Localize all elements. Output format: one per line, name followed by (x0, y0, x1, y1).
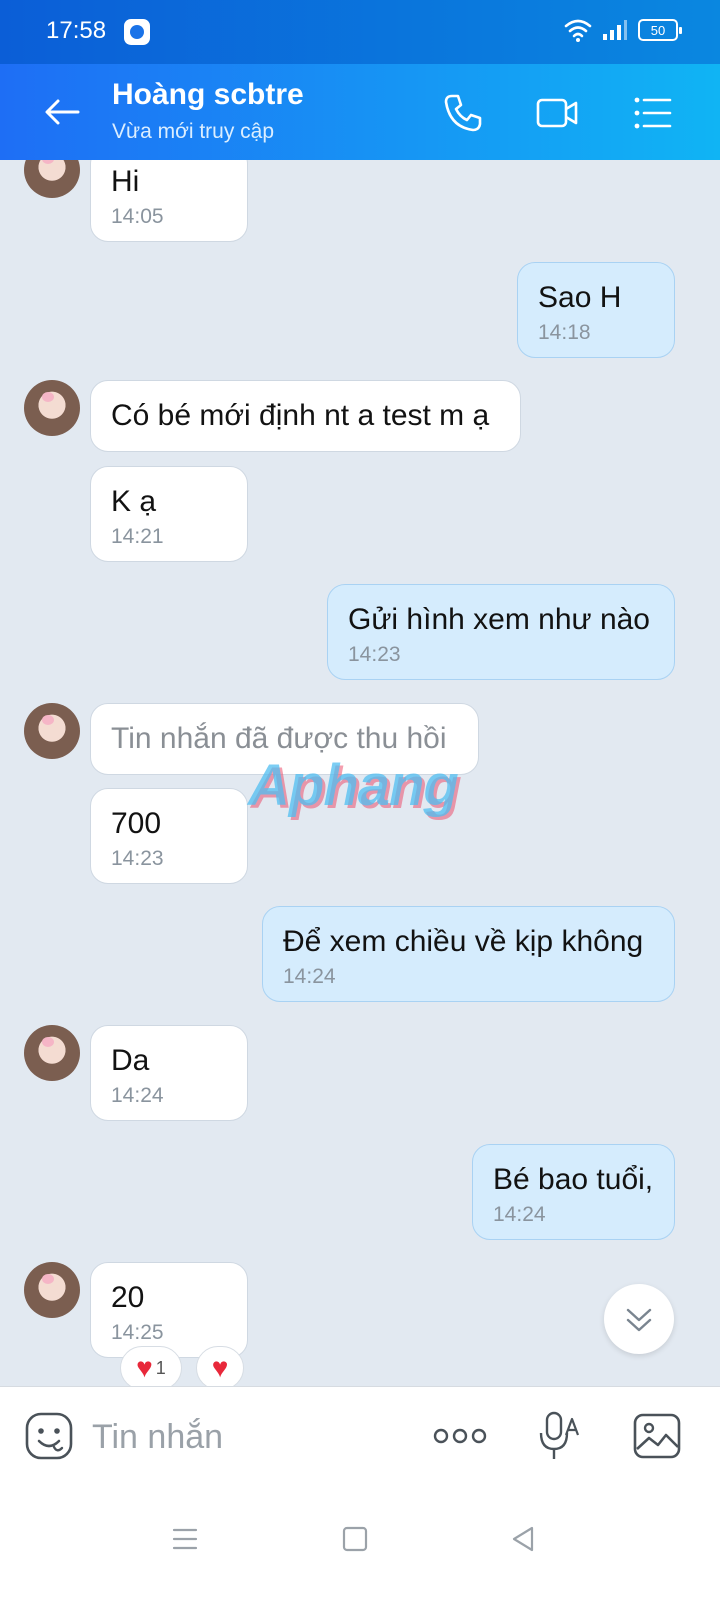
sticker-smiley-icon[interactable] (24, 1411, 74, 1461)
back-triangle-icon[interactable] (508, 1524, 538, 1554)
home-icon[interactable] (340, 1524, 370, 1554)
battery-indicator: 50 (638, 19, 682, 41)
battery-level: 50 (650, 22, 666, 38)
react-button[interactable]: ♥ (196, 1346, 244, 1390)
message-time: 14:05 (111, 205, 164, 228)
outgoing-message[interactable]: Bé bao tuổi, 14:24 (472, 1144, 675, 1240)
contact-name[interactable]: Hoàng scbtre (112, 78, 304, 112)
heart-icon: ♥ (211, 1352, 229, 1383)
outgoing-message[interactable]: Sao H 14:18 (517, 262, 675, 358)
message-input[interactable] (92, 1417, 392, 1457)
status-bar: 17:58 50 (0, 0, 720, 64)
incoming-message[interactable]: Da 14:24 (90, 1025, 248, 1121)
incoming-message[interactable]: 700 14:23 (90, 788, 248, 884)
incoming-message[interactable]: Hi 14:05 (90, 160, 248, 242)
back-arrow-icon[interactable] (40, 90, 84, 134)
composer-bar (0, 1386, 720, 1486)
message-text: Sao H (538, 281, 622, 314)
message-text: 20 (111, 1281, 145, 1314)
message-text: Da (111, 1044, 150, 1077)
contact-avatar[interactable] (24, 380, 80, 436)
contact-status: Vừa mới truy cập (112, 120, 275, 143)
app-notification-icon (124, 19, 150, 45)
contact-avatar[interactable] (24, 1262, 80, 1318)
message-text: K ạ (111, 485, 157, 518)
wifi-icon (564, 19, 592, 42)
reaction-summary[interactable]: ♥ 1 (120, 1346, 182, 1390)
contact-avatar[interactable] (24, 160, 80, 198)
system-nav-bar (0, 1486, 720, 1600)
heart-icon: ♥ (136, 1352, 153, 1383)
status-indicators: 50 (564, 18, 682, 42)
phone-icon[interactable] (440, 90, 486, 136)
message-text: Bé bao tuổi, (493, 1163, 654, 1196)
microphone-icon[interactable] (538, 1409, 584, 1463)
message-text: Có bé mới định nt a test m ạ (111, 399, 490, 432)
recent-apps-icon[interactable] (170, 1524, 200, 1554)
incoming-message[interactable]: 20 14:25 (90, 1262, 248, 1358)
status-time: 17:58 (46, 17, 107, 44)
three-dots-icon[interactable] (432, 1423, 488, 1449)
message-text: Tin nhắn đã được thu hồi (111, 722, 447, 755)
message-text: Hi (111, 165, 140, 198)
message-text: Để xem chiều về kịp không (283, 925, 644, 958)
message-time: 14:24 (283, 965, 336, 988)
outgoing-message[interactable]: Để xem chiều về kịp không 14:24 (262, 906, 675, 1002)
video-call-icon[interactable] (534, 90, 580, 136)
contact-avatar[interactable] (24, 1025, 80, 1081)
reaction-count: 1 (155, 1357, 166, 1378)
message-list[interactable]: Hi 14:05 Sao H 14:18 Có bé mới định nt a… (0, 160, 720, 1414)
message-time: 14:23 (111, 847, 164, 870)
outgoing-message[interactable]: Gửi hình xem như nào 14:23 (327, 584, 675, 680)
message-text: 700 (111, 807, 162, 840)
incoming-message[interactable]: K ạ 14:21 (90, 466, 248, 562)
message-time: 14:18 (538, 321, 591, 344)
message-time: 14:24 (493, 1203, 546, 1226)
chat-header: Hoàng scbtre Vừa mới truy cập (0, 64, 720, 160)
incoming-message[interactable]: Có bé mới định nt a test m ạ (90, 380, 521, 452)
watermark-logo: Aphang (248, 753, 459, 818)
contact-avatar[interactable] (24, 703, 80, 759)
message-time: 14:21 (111, 525, 164, 548)
image-picture-icon[interactable] (632, 1411, 682, 1461)
message-time: 14:25 (111, 1321, 164, 1344)
scroll-to-bottom-button[interactable] (604, 1284, 674, 1354)
message-text: Gửi hình xem như nào (348, 603, 650, 636)
double-chevron-down-icon (626, 1308, 652, 1332)
signal-icon (603, 20, 627, 40)
message-time: 14:23 (348, 643, 401, 666)
menu-list-icon[interactable] (630, 90, 676, 136)
message-time: 14:24 (111, 1084, 164, 1107)
